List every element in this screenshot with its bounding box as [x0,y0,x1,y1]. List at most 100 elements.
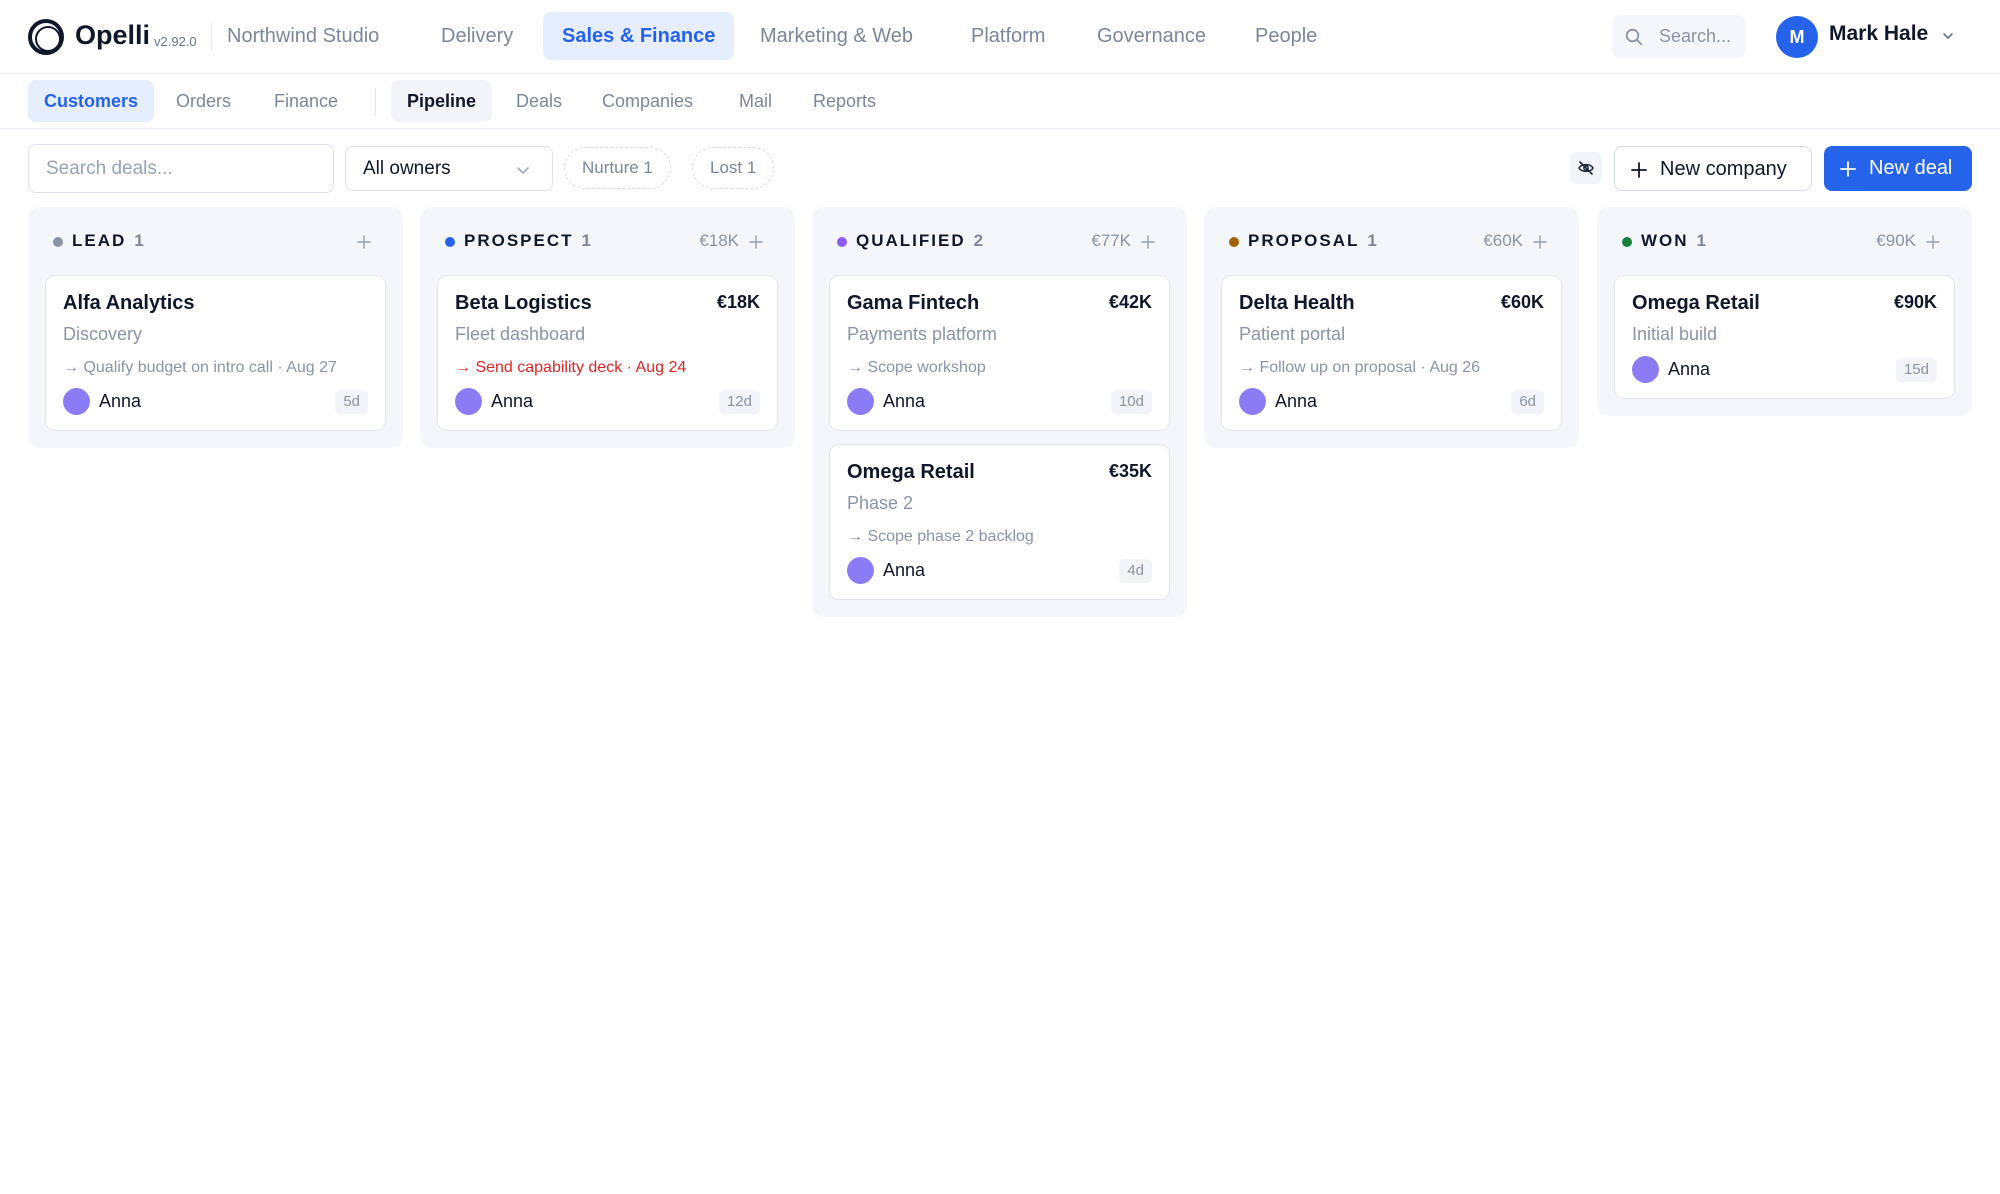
global-search-placeholder: Search... [1659,26,1732,46]
stage-dot [445,237,455,247]
deal-search-placeholder: Search deals... [46,158,173,179]
plus-icon [1840,161,1856,177]
next-task[interactable]: → Scope workshop [847,355,1147,380]
deal-search-input[interactable]: Search deals... [28,144,334,193]
new-deal-label: New deal [1869,157,1953,179]
topnav-sales-finance[interactable]: Sales & Finance [543,12,735,60]
column-total: €18K [699,231,739,250]
next-task[interactable]: → Follow up on proposal · Aug 26 [1239,355,1539,380]
deal-company: Omega Retail [847,461,975,483]
deal-age-badge: 12d [718,390,760,414]
owner-name: Anna [491,391,534,411]
global-search[interactable]: Search... [1612,15,1746,58]
column-count: 2 [973,231,984,250]
deal-card[interactable]: Beta Logistics €18K Fleet dashboard → Send … [437,275,778,431]
column-title: PROSPECT 1 [464,231,591,250]
add-card-icon[interactable] [357,235,371,249]
app-version: v2.92.0 [154,34,197,49]
subnav-finance[interactable]: Finance [258,80,354,122]
user-name[interactable]: Mark Hale [1829,22,1928,46]
column-count: 1 [134,231,144,250]
next-task[interactable]: → Qualify budget on intro call · Aug 27 [63,355,363,380]
subnav-pipeline[interactable]: Pipeline [391,80,493,122]
stage-dot [1622,237,1632,247]
column-title: QUALIFIED 2 [856,231,984,250]
column-header: LEAD 1 [28,207,403,273]
next-task[interactable]: → Send capability deck · Aug 24 [455,355,755,380]
app-name: Opelli [75,20,151,50]
next-task[interactable]: → Scope phase 2 backlog [847,524,1147,549]
nurture-filter-pill[interactable]: Nurture 1 [564,147,671,189]
owner-avatar [455,388,482,415]
topnav-delivery[interactable]: Delivery [422,12,532,60]
pipeline-column-lead: LEAD 1 Alfa Analytics Discovery → Qualify bu… [28,207,403,448]
eye-off-icon [1578,161,1594,175]
deal-card[interactable]: Delta Health €60K Patient portal → Follow u… [1221,275,1562,431]
subnav-mail[interactable]: Mail [723,80,788,122]
deal-card[interactable]: Omega Retail €35K Phase 2 → Scope phase 2 b… [829,444,1170,600]
owner-avatar [63,388,90,415]
deal-amount: €90K [1893,292,1937,312]
deal-amount: €18K [716,292,760,312]
column-header: PROPOSAL 1 €60K [1204,207,1579,273]
pipeline-column-prospect: PROSPECT 1 €18K Beta Logistics €18K Fleet das… [420,207,795,448]
deal-card[interactable]: Gama Fintech €42K Payments platform → Scope… [829,275,1170,431]
owner-name: Anna [883,560,926,580]
column-header: PROSPECT 1 €18K [420,207,795,273]
owner-name: Anna [1275,391,1318,411]
deal-age-badge: 5d [335,390,368,414]
add-card-icon[interactable] [1533,235,1547,249]
deal-amount: €42K [1108,292,1152,312]
pipeline-column-qualified: QUALIFIED 2 €77K Gama Fintech €42K Payments p… [812,207,1187,617]
add-card-icon[interactable] [749,235,763,249]
workspace-switcher[interactable]: Northwind Studio [208,12,398,60]
deal-name: Discovery [63,324,143,344]
hide-toggle-button[interactable] [1570,152,1602,184]
pipeline-column-proposal: PROPOSAL 1 €60K Delta Health €60K Patient por… [1204,207,1579,448]
user-avatar[interactable]: M [1776,16,1818,58]
subnav-companies[interactable]: Companies [586,80,709,122]
topnav-people[interactable]: People [1236,12,1336,60]
column-header: WON 1 €90K [1597,207,1972,273]
sub-navigation: Customers Orders Finance Pipeline Deals … [0,74,2000,129]
deal-age-badge: 10d [1110,390,1152,414]
deal-name: Initial build [1632,324,1718,344]
subnav-orders[interactable]: Orders [160,80,247,122]
column-count: 1 [1696,231,1707,250]
deal-card[interactable]: Alfa Analytics Discovery → Qualify budget … [45,275,386,431]
stage-dot [837,237,847,247]
subnav-reports[interactable]: Reports [797,80,892,122]
deal-amount: €60K [1500,292,1544,312]
deal-company: Alfa Analytics [63,292,195,314]
deal-company: Beta Logistics [455,292,592,314]
subnav-deals[interactable]: Deals [500,80,578,122]
opelli-logo-icon[interactable] [28,19,64,55]
topnav-marketing-web[interactable]: Marketing & Web [741,12,932,60]
subnav-customers[interactable]: Customers [28,80,155,122]
plus-icon [1631,162,1647,178]
new-company-label: New company [1660,158,1787,180]
add-card-icon[interactable] [1141,235,1155,249]
new-company-button[interactable]: New company [1614,146,1812,191]
owner-name: Anna [883,391,926,411]
search-icon [1625,28,1643,46]
column-count: 1 [1367,231,1377,250]
add-card-icon[interactable] [1926,235,1940,249]
column-total: €60K [1483,231,1523,250]
topnav-governance[interactable]: Governance [1078,12,1225,60]
owner-avatar [847,388,874,415]
deal-card[interactable]: Omega Retail €90K Initial build Anna 15d [1614,275,1955,399]
lost-filter-pill[interactable]: Lost 1 [692,147,775,189]
owner-filter-value: All owners [363,158,451,179]
deal-name: Patient portal [1239,324,1346,344]
deal-name: Payments platform [847,324,998,344]
owner-filter-select[interactable]: All owners [345,146,553,191]
deal-amount: €35K [1108,461,1152,481]
new-deal-button[interactable]: New deal [1824,146,1972,191]
owner-avatar [1239,388,1266,415]
owner-name: Anna [99,391,142,411]
chevron-down-icon[interactable] [1942,30,1954,42]
topnav-platform[interactable]: Platform [952,12,1064,60]
top-bar: Opelli v2.92.0 Northwind Studio Delivery… [0,0,2000,74]
deal-company: Gama Fintech [847,292,980,314]
